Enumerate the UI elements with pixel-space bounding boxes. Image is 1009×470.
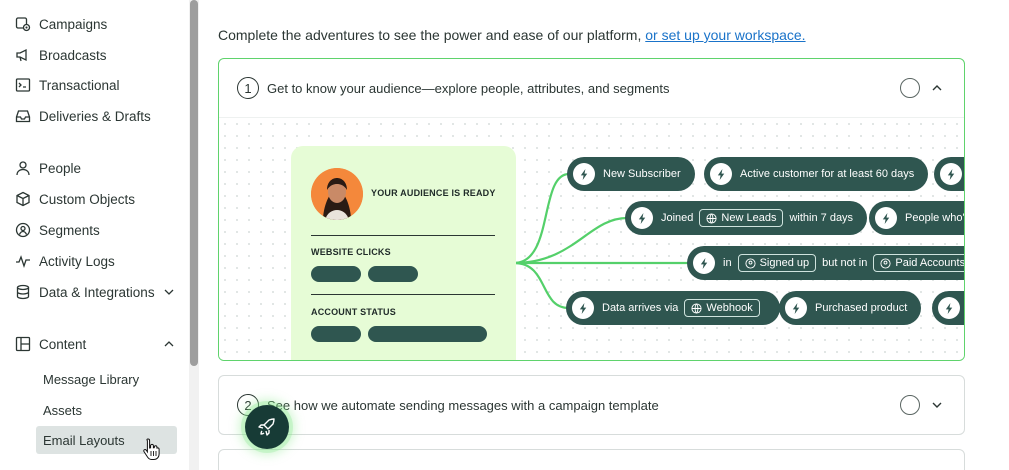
onboarding-launcher-button[interactable] xyxy=(245,405,289,449)
step-complete-circle-icon[interactable] xyxy=(900,78,920,98)
sidebar-item-label: Custom Objects xyxy=(39,191,136,207)
chevron-down-icon[interactable] xyxy=(930,398,944,412)
sidebar-item-deliveries[interactable]: Deliveries & Drafts xyxy=(15,105,151,127)
divider xyxy=(311,294,495,295)
layout-icon xyxy=(15,336,31,352)
database-icon xyxy=(15,284,31,300)
step-title: See how we automate sending messages wit… xyxy=(267,397,659,413)
globe-icon xyxy=(691,302,702,314)
bolt-icon xyxy=(572,297,594,319)
tag-data-arrives-webhook: Data arrives via Webhook xyxy=(566,291,780,325)
terminal-icon xyxy=(15,77,31,93)
bolt-icon xyxy=(693,252,715,274)
card-label-account-status: ACCOUNT STATUS xyxy=(311,307,396,317)
tag-active-customer: Active customer for at least 60 days xyxy=(704,157,929,191)
campaigns-icon xyxy=(15,16,31,32)
chevron-up-icon[interactable] xyxy=(163,338,175,350)
intro-text: Complete the adventures to see the power… xyxy=(218,27,806,43)
bolt-icon xyxy=(710,163,732,185)
sidebar-subitem-message-library[interactable]: Message Library xyxy=(36,365,177,393)
bolt-icon xyxy=(875,207,897,229)
step-3-panel[interactable] xyxy=(218,449,965,470)
sidebar-item-activity-logs[interactable]: Activity Logs xyxy=(15,250,115,272)
bolt-icon xyxy=(631,207,653,229)
audience-card: YOUR AUDIENCE IS READY WEBSITE CLICKS AC… xyxy=(291,146,516,360)
sidebar-item-content[interactable]: Content xyxy=(15,333,175,355)
inbox-icon xyxy=(15,108,31,124)
sidebar-subitem-assets[interactable]: Assets xyxy=(36,396,177,424)
chevron-up-icon[interactable] xyxy=(930,81,944,95)
tag-joined-new-leads: Joined New Leads within 7 days xyxy=(625,201,868,235)
sidebar-item-segments[interactable]: Segments xyxy=(15,219,100,241)
sidebar-item-label: Activity Logs xyxy=(39,253,115,269)
sidebar-item-label: Segments xyxy=(39,222,100,238)
tag-people-who: People who'v xyxy=(869,201,964,235)
hand-cursor-icon xyxy=(143,438,160,460)
cube-icon xyxy=(15,191,31,207)
sidebar-item-label: Campaigns xyxy=(39,16,108,32)
sidebar-item-transactional[interactable]: Transactional xyxy=(15,74,120,96)
step-title: Get to know your audience—explore people… xyxy=(267,80,670,96)
step-number: 1 xyxy=(237,77,259,99)
sidebar-item-label: Content xyxy=(39,336,87,352)
placeholder-pill xyxy=(311,326,361,342)
segment-icon xyxy=(880,257,891,269)
divider xyxy=(311,235,495,236)
source-chip: Webhook xyxy=(684,299,760,317)
step-2-panel[interactable]: 2 See how we automate sending messages w… xyxy=(218,375,965,435)
avatar xyxy=(311,168,363,220)
tag-signed-up-not-paid: in Signed up but not in Paid Accounts xyxy=(687,246,964,280)
segment-chip: Signed up xyxy=(737,254,817,272)
card-label-website-clicks: WEBSITE CLICKS xyxy=(311,247,391,257)
chevron-down-icon[interactable] xyxy=(163,286,175,298)
globe-icon xyxy=(706,212,717,224)
audience-illustration: YOUR AUDIENCE IS READY WEBSITE CLICKS AC… xyxy=(219,117,964,360)
placeholder-pill xyxy=(368,266,418,282)
sidebar-item-campaigns[interactable]: Campaigns xyxy=(15,13,107,35)
tag-new-subscriber: New Subscriber xyxy=(567,157,695,191)
tag-partial xyxy=(934,157,964,191)
segments-icon xyxy=(15,222,31,238)
sidebar-item-label: People xyxy=(39,160,82,176)
sidebar-item-label: Data & Integrations xyxy=(39,284,155,300)
card-title: YOUR AUDIENCE IS READY xyxy=(371,188,496,198)
bolt-icon xyxy=(940,163,962,185)
tag-partial xyxy=(932,291,964,325)
placeholder-pill xyxy=(368,326,487,342)
activity-icon xyxy=(15,253,31,269)
sidebar: Campaigns Broadcasts Transactional Deliv… xyxy=(0,0,188,470)
sidebar-item-data-integrations[interactable]: Data & Integrations xyxy=(15,281,175,303)
sidebar-scrollbar-thumb[interactable] xyxy=(190,0,198,366)
main-content: Complete the adventures to see the power… xyxy=(200,0,1009,470)
sidebar-item-label: Transactional xyxy=(39,77,120,93)
person-icon xyxy=(15,160,31,176)
rocket-icon xyxy=(258,418,275,436)
segment-chip: Paid Accounts xyxy=(873,254,964,272)
segment-chip: New Leads xyxy=(699,209,784,227)
sidebar-item-label: Broadcasts xyxy=(39,47,107,63)
bolt-icon xyxy=(573,163,595,185)
sidebar-item-label: Deliveries & Drafts xyxy=(39,108,151,124)
sidebar-item-people[interactable]: People xyxy=(15,157,81,179)
step-1-panel: 1 Get to know your audience—explore peop… xyxy=(218,58,965,361)
tag-purchased-product: Purchased product xyxy=(779,291,922,325)
bolt-icon xyxy=(938,297,960,319)
setup-workspace-link[interactable]: or set up your workspace. xyxy=(645,27,805,43)
bolt-icon xyxy=(785,297,807,319)
sidebar-item-custom-objects[interactable]: Custom Objects xyxy=(15,188,135,210)
megaphone-icon xyxy=(15,47,31,63)
segment-icon xyxy=(745,257,756,269)
placeholder-pill xyxy=(311,266,361,282)
step-complete-circle-icon[interactable] xyxy=(900,395,920,415)
step-1-header[interactable]: 1 Get to know your audience—explore peop… xyxy=(219,59,964,117)
sidebar-item-broadcasts[interactable]: Broadcasts xyxy=(15,44,107,66)
